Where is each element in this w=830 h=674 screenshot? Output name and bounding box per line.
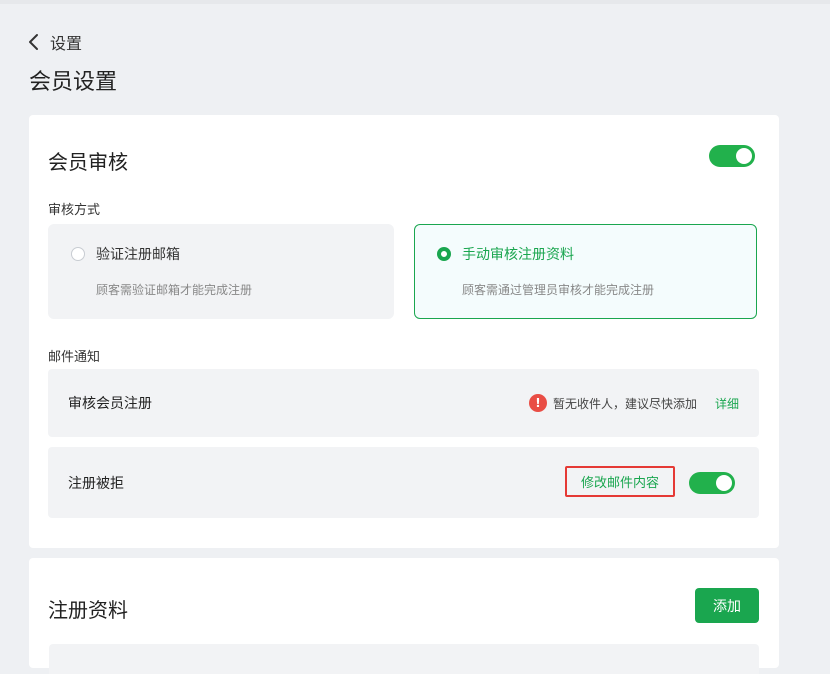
warning-text: 暂无收件人，建议尽快添加 bbox=[552, 396, 697, 411]
option-verify-email[interactable]: 验证注册邮箱 顾客需验证邮箱才能完成注册 bbox=[48, 224, 394, 319]
member-review-card: 会员审核 审核方式 验证注册邮箱 顾客需验证邮箱才能完成注册 手动审核注册资料 … bbox=[29, 115, 779, 548]
registration-card: 注册资料 添加 bbox=[29, 558, 779, 674]
registration-list bbox=[49, 644, 759, 674]
registration-title: 注册资料 bbox=[48, 598, 128, 622]
option-description: 顾客需验证邮箱才能完成注册 bbox=[96, 283, 253, 297]
option-description: 顾客需通过管理员审核才能完成注册 bbox=[462, 283, 655, 297]
back-label: 设置 bbox=[50, 34, 83, 53]
notify-row-label: 审核会员注册 bbox=[68, 396, 152, 412]
top-edge bbox=[0, 0, 830, 4]
email-notify-label: 邮件通知 bbox=[48, 350, 101, 365]
option-manual-review[interactable]: 手动审核注册资料 顾客需通过管理员审核才能完成注册 bbox=[414, 224, 757, 319]
toggle-knob bbox=[716, 475, 732, 491]
rejected-notify-toggle[interactable] bbox=[689, 472, 735, 494]
notify-row-rejected: 注册被拒 修改邮件内容 bbox=[48, 447, 759, 518]
edit-email-content-link[interactable]: 修改邮件内容 bbox=[565, 466, 675, 497]
notify-row-label: 注册被拒 bbox=[68, 475, 124, 492]
radio-unselected bbox=[71, 247, 85, 261]
member-review-toggle[interactable] bbox=[709, 145, 755, 167]
detail-link[interactable]: 详细 bbox=[715, 395, 739, 412]
toggle-knob bbox=[736, 148, 752, 164]
option-title: 手动审核注册资料 bbox=[462, 247, 574, 263]
warning-icon: ! bbox=[528, 394, 547, 412]
add-button[interactable]: 添加 bbox=[695, 588, 759, 623]
radio-selected bbox=[437, 247, 451, 261]
warning-group: ! 暂无收件人，建议尽快添加 详细 bbox=[528, 394, 739, 412]
back-button[interactable]: 设置 bbox=[28, 30, 82, 54]
chevron-left-icon bbox=[28, 33, 40, 51]
option-title: 验证注册邮箱 bbox=[96, 247, 180, 263]
review-method-label: 审核方式 bbox=[48, 203, 101, 218]
notify-row-review: 审核会员注册 ! 暂无收件人，建议尽快添加 详细 bbox=[48, 369, 759, 437]
member-review-title: 会员审核 bbox=[48, 150, 128, 174]
page-title: 会员设置 bbox=[29, 70, 118, 95]
